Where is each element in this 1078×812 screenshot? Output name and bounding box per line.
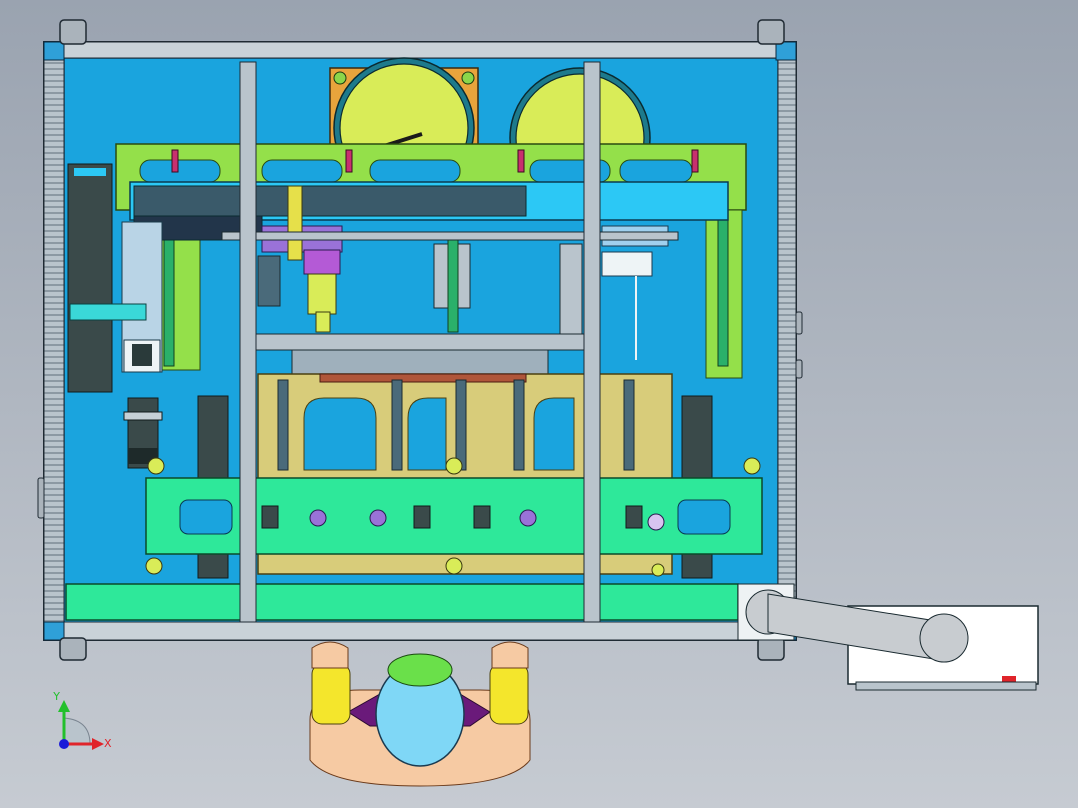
operator-left-sleeve [311, 663, 351, 725]
frame-right-rail [777, 57, 797, 625]
operator-left-hand [311, 641, 349, 669]
front-safety-cover [65, 583, 739, 621]
frame-top-rail [43, 41, 797, 59]
frame-left-rail [43, 57, 65, 625]
cad-viewport[interactable]: Y X [0, 0, 1078, 808]
servo-motor [123, 397, 163, 469]
operator-figure [309, 641, 531, 787]
y-axis-label: Y [52, 690, 60, 703]
x-axis-label: X [104, 737, 112, 750]
operator-visor [387, 653, 453, 687]
pedal-base [855, 681, 1037, 691]
operator-right-sleeve [489, 663, 529, 725]
pedal-pivot [919, 613, 969, 663]
z-axis-origin [59, 739, 69, 749]
frame-bottom-rail [43, 621, 797, 641]
operator-right-hand [491, 641, 529, 669]
